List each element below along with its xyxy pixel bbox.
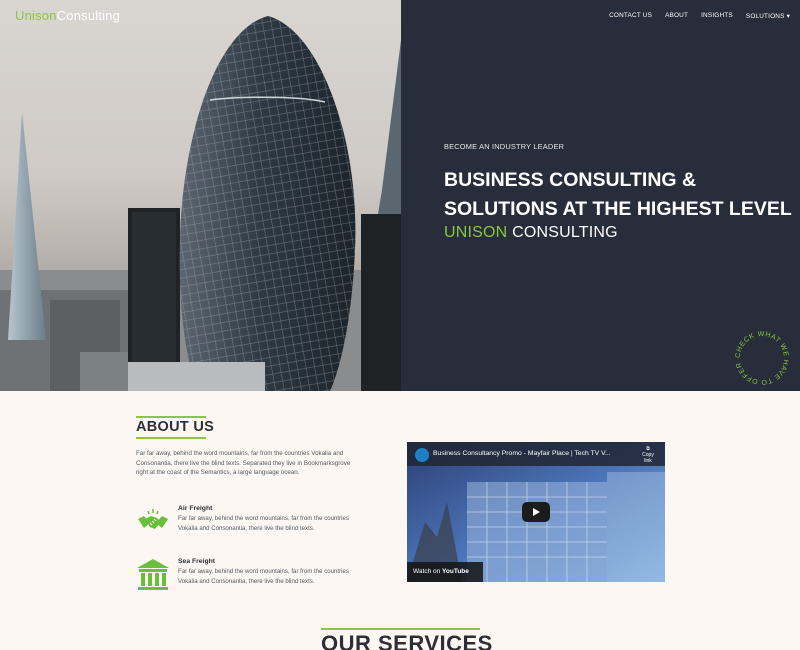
hero-headline-line2: SOLUTIONS AT THE HIGHEST LEVEL bbox=[444, 198, 792, 220]
video-title[interactable]: Business Consultancy Promo - Mayfair Pla… bbox=[433, 450, 611, 457]
svg-text:CHECK WHAT WE HAVE TO OFFER: CHECK WHAT WE HAVE TO OFFER bbox=[735, 331, 789, 385]
watch-on-label: Watch on bbox=[413, 568, 441, 575]
feature-desc: Far far away, behind the word mountains,… bbox=[178, 515, 349, 532]
youtube-video-embed[interactable]: Business Consultancy Promo - Mayfair Pla… bbox=[407, 442, 665, 582]
copy-link-label: Copy link bbox=[642, 452, 654, 464]
brand-logo-part1: Unison bbox=[15, 8, 57, 23]
feature-title: Sea Freight bbox=[178, 558, 216, 565]
play-icon bbox=[533, 508, 540, 516]
hero-headline-line1: BUSINESS CONSULTING & bbox=[444, 169, 697, 191]
nav-solutions[interactable]: SOLUTIONS ▾ bbox=[746, 12, 790, 20]
main-nav: CONTACT US ABOUT INSIGHTS SOLUTIONS ▾ bbox=[609, 12, 790, 20]
nav-contact-us[interactable]: CONTACT US bbox=[609, 12, 652, 20]
brand-logo[interactable]: UnisonConsulting bbox=[15, 8, 120, 23]
nav-about[interactable]: ABOUT bbox=[665, 12, 688, 20]
watch-on-youtube-button[interactable]: Watch on YouTube bbox=[407, 562, 483, 582]
feature-desc: Far far away, behind the word mountains,… bbox=[178, 568, 349, 585]
hero-photo-skyline bbox=[0, 0, 401, 391]
feature-air-freight: Air Freight Far far away, behind the wor… bbox=[136, 505, 356, 545]
about-text: Far far away, behind the word mountains,… bbox=[136, 450, 351, 477]
feature-title: Air Freight bbox=[178, 505, 213, 512]
offer-circle-link[interactable]: CHECK WHAT WE HAVE TO OFFER bbox=[732, 328, 792, 388]
about-title-rule-bottom bbox=[136, 437, 206, 439]
hero-section: UnisonConsulting CONTACT US ABOUT INSIGH… bbox=[0, 0, 800, 391]
bank-icon bbox=[136, 558, 170, 592]
hero-sub-green: UNISON bbox=[444, 224, 508, 241]
about-title-rule-top bbox=[136, 416, 206, 418]
nav-insights[interactable]: INSIGHTS bbox=[701, 12, 733, 20]
offer-circle-text: CHECK WHAT WE HAVE TO OFFER bbox=[735, 331, 789, 385]
services-title-rule bbox=[321, 628, 480, 630]
hero-kicker: BECOME AN INDUSTRY LEADER bbox=[444, 142, 565, 151]
feature-sea-freight: Sea Freight Far far away, behind the wor… bbox=[136, 558, 356, 598]
handshake-icon bbox=[136, 505, 170, 539]
hero-headline: BUSINESS CONSULTING & SOLUTIONS AT THE H… bbox=[444, 166, 792, 224]
hero-sub-white: CONSULTING bbox=[512, 224, 618, 241]
copy-link-button[interactable]: ⧉ Copy link bbox=[639, 446, 657, 464]
services-title: OUR SERVICES bbox=[321, 631, 493, 650]
play-button[interactable] bbox=[522, 502, 550, 522]
hero-subheadline: UNISON CONSULTING bbox=[444, 224, 618, 242]
caret-down-icon: ▾ bbox=[786, 13, 790, 20]
about-title: ABOUT US bbox=[136, 419, 215, 435]
youtube-logo: YouTube bbox=[442, 568, 469, 575]
brand-logo-part2: Consulting bbox=[56, 8, 121, 23]
nav-solutions-label: SOLUTIONS bbox=[745, 13, 785, 20]
channel-avatar[interactable] bbox=[415, 448, 429, 462]
